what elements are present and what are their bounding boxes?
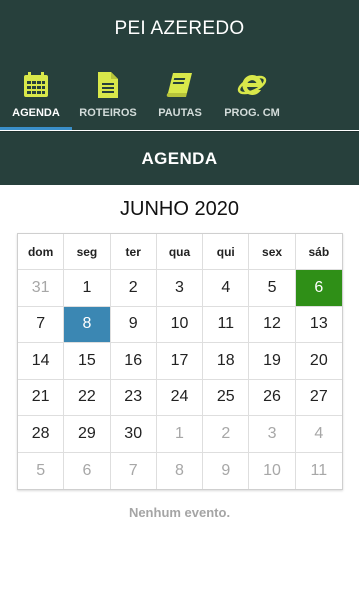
weekday-label: dom — [18, 234, 65, 270]
weekday-header-row: dom seg ter qua qui sex sáb — [18, 234, 342, 270]
tab-pautas[interactable]: PAUTAS — [144, 58, 216, 130]
selected-day-cell[interactable]: 8 — [64, 306, 111, 343]
day-cell[interactable]: 31 — [18, 270, 65, 307]
day-cell[interactable]: 12 — [249, 306, 296, 343]
day-cell[interactable]: 20 — [295, 343, 342, 380]
tab-agenda[interactable]: AGENDA — [0, 58, 72, 130]
calendar-grid: dom seg ter qua qui sex sáb 31 1 2 3 4 5… — [17, 233, 343, 490]
tab-prog-cm-label: PROG. CM — [224, 107, 280, 119]
day-cell[interactable]: 3 — [249, 416, 296, 453]
tab-prog-cm[interactable]: PROG. CM — [216, 58, 288, 130]
day-cell[interactable]: 4 — [295, 416, 342, 453]
day-cell[interactable]: 11 — [296, 453, 342, 490]
weekday-label: sex — [249, 234, 296, 270]
calendar-icon — [21, 70, 51, 100]
section-title: AGENDA — [141, 148, 218, 168]
tab-pautas-label: PAUTAS — [158, 107, 202, 119]
week-row: 28 29 30 1 2 3 4 — [18, 416, 342, 453]
day-cell[interactable]: 24 — [156, 379, 204, 416]
day-cell[interactable]: 17 — [156, 343, 204, 380]
day-cell[interactable]: 28 — [18, 416, 65, 453]
app-title: PEI AZEREDO — [114, 18, 245, 39]
section-header: AGENDA — [0, 131, 359, 185]
browser-e-icon — [237, 70, 267, 100]
week-row: 7 8 9 10 11 12 13 — [18, 306, 342, 343]
no-events-message: Nenhum evento. — [128, 505, 231, 520]
day-cell[interactable]: 14 — [18, 343, 65, 380]
day-cell[interactable]: 7 — [18, 306, 65, 343]
day-cell[interactable]: 18 — [203, 343, 250, 380]
tab-agenda-label: AGENDA — [12, 107, 60, 119]
today-day-cell[interactable]: 6 — [295, 270, 342, 307]
week-row: 21 22 23 24 25 26 27 — [18, 379, 342, 416]
day-cell[interactable]: 3 — [156, 270, 204, 307]
day-cell[interactable]: 4 — [203, 270, 250, 307]
day-cell[interactable]: 15 — [64, 343, 111, 380]
book-icon — [165, 70, 195, 100]
app-title-bar: PEI AZEREDO — [0, 0, 359, 58]
week-row: 5 6 7 8 9 10 11 — [18, 452, 342, 490]
day-cell[interactable]: 27 — [295, 380, 342, 416]
day-cell[interactable]: 13 — [295, 307, 342, 343]
week-row: 14 15 16 17 18 19 20 — [18, 343, 342, 380]
day-cell[interactable]: 2 — [203, 416, 250, 453]
day-cell[interactable]: 29 — [64, 416, 111, 453]
day-cell[interactable]: 9 — [110, 306, 157, 343]
day-cell[interactable]: 23 — [110, 379, 157, 416]
week-row: 31 1 2 3 4 5 6 — [18, 270, 342, 307]
month-title: JUNHO 2020 — [120, 198, 239, 220]
day-cell[interactable]: 25 — [203, 379, 250, 416]
day-cell[interactable]: 6 — [64, 452, 111, 489]
day-cell[interactable]: 1 — [156, 416, 204, 453]
day-cell[interactable]: 5 — [18, 452, 65, 489]
tab-roteiros-label: ROTEIROS — [79, 107, 137, 119]
day-cell[interactable]: 11 — [203, 306, 250, 343]
day-cell[interactable]: 10 — [156, 306, 204, 343]
weekday-label: sáb — [295, 234, 342, 270]
day-cell[interactable]: 2 — [110, 270, 157, 307]
document-icon — [93, 70, 123, 100]
day-cell[interactable]: 9 — [203, 452, 250, 489]
weekday-label: qua — [156, 234, 204, 270]
day-cell[interactable]: 19 — [249, 343, 296, 380]
tab-roteiros[interactable]: ROTEIROS — [72, 58, 144, 130]
day-cell[interactable]: 10 — [249, 452, 296, 489]
tab-bar: AGENDA ROTEIROS PAUTAS PROG. CM — [0, 58, 359, 130]
weekday-label: qui — [203, 234, 250, 270]
weekday-label: seg — [64, 234, 111, 270]
day-cell[interactable]: 26 — [249, 379, 296, 416]
day-cell[interactable]: 5 — [249, 270, 296, 307]
day-cell[interactable]: 7 — [111, 452, 157, 489]
day-cell[interactable]: 30 — [110, 416, 157, 453]
day-cell[interactable]: 21 — [18, 379, 65, 416]
day-cell[interactable]: 8 — [157, 452, 204, 489]
day-cell[interactable]: 1 — [64, 270, 111, 307]
weekday-label: ter — [110, 234, 157, 270]
day-cell[interactable]: 16 — [110, 343, 157, 380]
day-cell[interactable]: 22 — [64, 379, 111, 416]
